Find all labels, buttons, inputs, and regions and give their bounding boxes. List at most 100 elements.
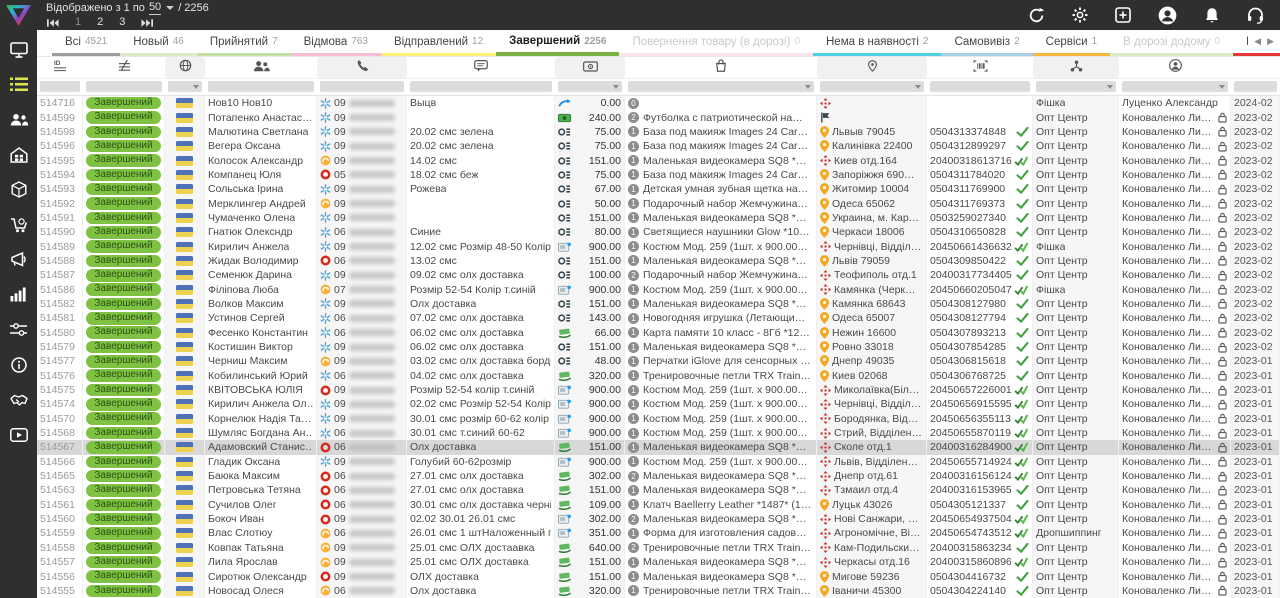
tab-самовивіз[interactable]: Самовивіз2: [941, 30, 1032, 56]
tab-в-дорозі-додому[interactable]: В дорозі додому0: [1110, 30, 1233, 56]
table-row[interactable]: 514567ЗавершенийАдамовский Станис…06Олх …: [37, 440, 1280, 454]
table-row[interactable]: 514598ЗавершенийМалютина Светлана0920.02…: [37, 125, 1280, 139]
column-header-city[interactable]: [817, 57, 927, 78]
sidebar-item-clients-people[interactable]: [9, 113, 29, 131]
table-row[interactable]: 514563ЗавершенийПетровська Тетяна0627.01…: [37, 483, 1280, 497]
table-row[interactable]: 514592ЗавершенийМерклингер Андрей0950.00…: [37, 196, 1280, 210]
tab-відмова[interactable]: Відмова763: [291, 30, 381, 56]
page-number-3[interactable]: 3: [119, 16, 125, 29]
tab-повернення-товару-в-дорозі-[interactable]: Повернення товару (в дорозі)0: [619, 30, 813, 56]
filter-input-comment[interactable]: [410, 81, 552, 92]
support-headset-icon[interactable]: [1247, 7, 1264, 24]
table-row[interactable]: 514716ЗавершенийНов10 Нов1009Выцв0.000Фі…: [37, 96, 1280, 110]
table-row[interactable]: 514570ЗавершенийКорнелюк Надія Та…0930.0…: [37, 412, 1280, 426]
sidebar-item-partners-handshake[interactable]: [9, 393, 29, 411]
filter-input-manager[interactable]: [1122, 81, 1228, 92]
column-header-tracking[interactable]: [927, 57, 1033, 78]
table-row[interactable]: 514582ЗавершенийВолков Максим09Олх доста…: [37, 297, 1280, 311]
column-header-amount[interactable]: [555, 57, 625, 78]
filter-input-products[interactable]: [628, 81, 814, 92]
tabs-scroll-right-icon[interactable]: ▶: [1267, 36, 1274, 47]
city: Одеса 65062: [817, 196, 927, 210]
filter-input-amount[interactable]: [558, 81, 622, 92]
filter-input-city[interactable]: [820, 81, 924, 92]
column-header-phone[interactable]: [317, 57, 407, 78]
filter-input-source[interactable]: [1036, 81, 1116, 92]
add-order-icon[interactable]: [1115, 7, 1131, 23]
table-row[interactable]: 514589ЗавершенийКирилич Анжела0912.02 см…: [37, 239, 1280, 253]
tabs-scroll-left-icon[interactable]: ◀: [1254, 36, 1261, 47]
tab-завершений[interactable]: Завершений2256: [496, 30, 619, 56]
table-row[interactable]: 514576ЗавершенийКобилинський Юрий0604.02…: [37, 369, 1280, 383]
table-row[interactable]: 514586ЗавершенийФіліпова Люба07Розмір 52…: [37, 282, 1280, 296]
settings-gear-icon[interactable]: [1072, 7, 1088, 23]
filter-input-country[interactable]: [168, 81, 202, 92]
refresh-icon[interactable]: [1028, 7, 1045, 24]
app-logo-icon[interactable]: [5, 3, 32, 33]
table-row[interactable]: 514596ЗавершенийВегера Оксана0920.02 смс…: [37, 139, 1280, 153]
tab-сервіси[interactable]: Сервіси1: [1033, 30, 1111, 56]
sidebar-item-video-tutorials[interactable]: [9, 428, 29, 446]
notifications-bell-icon[interactable]: [1204, 7, 1220, 24]
sidebar-item-cart[interactable]: [9, 218, 29, 236]
table-row[interactable]: 514593ЗавершенийСольська Ірина09Рожева67…: [37, 182, 1280, 196]
table-row[interactable]: 514588ЗавершенийЖидак Володимир0613.02 с…: [37, 254, 1280, 268]
table-row[interactable]: 514579ЗавершенийКостишин Виктор0906.02 с…: [37, 340, 1280, 354]
table-row[interactable]: 514566ЗавершенийГладик Оксана09Голубий 6…: [37, 455, 1280, 469]
sidebar-item-products-box[interactable]: [9, 183, 29, 201]
filter-input-customer[interactable]: [208, 81, 314, 92]
column-header-country[interactable]: [165, 57, 205, 78]
last-page-icon[interactable]: [141, 18, 154, 28]
filter-input-date[interactable]: [1234, 81, 1277, 92]
tab-нема-в-наявності[interactable]: Нема в наявності2: [813, 30, 941, 56]
sidebar-item-info[interactable]: [9, 358, 29, 376]
column-header-manager[interactable]: [1119, 57, 1231, 78]
sidebar-item-campaigns-megaphone[interactable]: [9, 253, 29, 271]
table-row[interactable]: 514574ЗавершенийКирилич Анжела Ол…0902.0…: [37, 397, 1280, 411]
tab-новый[interactable]: Новый46: [120, 30, 197, 56]
table-row[interactable]: 514575ЗавершенийКВІТОВСЬКА ЮЛІЯ09Розмір …: [37, 383, 1280, 397]
table-row[interactable]: 514591ЗавершенийЧумаченко Олена09151.001…: [37, 211, 1280, 225]
table-row[interactable]: 514587ЗавершенийСеменюк Дарина0909.02 см…: [37, 268, 1280, 282]
table-row[interactable]: 514580ЗавершенийФесенко Константин0606.0…: [37, 326, 1280, 340]
table-row[interactable]: 514590ЗавершенийГнатюк Олексндр06Синие80…: [37, 225, 1280, 239]
column-header-date[interactable]: [1231, 57, 1280, 78]
table-row[interactable]: 514577ЗавершенийЧерниш Максим0903.02 смс…: [37, 354, 1280, 368]
table-row[interactable]: 514558ЗавершенийКовпак Татьяна0925.01 см…: [37, 541, 1280, 555]
tab-відправлений[interactable]: Відправлений12: [381, 30, 496, 56]
sidebar-item-statistics-chart[interactable]: [9, 288, 29, 306]
table-row[interactable]: 514594ЗавершенийКомпанец Юля0518.02 смс …: [37, 168, 1280, 182]
table-row[interactable]: 514565ЗавершенийБаюка Максим0627.01 смс …: [37, 469, 1280, 483]
table-row[interactable]: 514557ЗавершенийЛила Ярослав0925.01 смс …: [37, 555, 1280, 569]
column-header-customer[interactable]: [205, 57, 317, 78]
table-row[interactable]: 514595ЗавершенийКолосок Александр0914.02…: [37, 153, 1280, 167]
per-page-select[interactable]: 50: [149, 1, 161, 15]
column-header-products[interactable]: [625, 57, 817, 78]
page-number-2[interactable]: 2: [97, 16, 103, 29]
sidebar-item-orders-list[interactable]: [9, 78, 29, 96]
table-row[interactable]: 514555ЗавершенийНовосад Олеся06Олх доста…: [37, 584, 1280, 598]
table-row[interactable]: 514561ЗавершенийСучилов Олег0630.01 смс …: [37, 498, 1280, 512]
filter-input-tracking[interactable]: [930, 81, 1030, 92]
table-row[interactable]: 514559ЗавершенийВлас Слотюу0626.01 смс 1…: [37, 526, 1280, 540]
tab-всі[interactable]: Всі4521: [52, 30, 120, 56]
table-row[interactable]: 514599ЗавершенийПотапенко Анастас…09240.…: [37, 110, 1280, 124]
page-number-1[interactable]: 1: [75, 16, 81, 29]
column-header-source[interactable]: [1033, 57, 1119, 78]
table-row[interactable]: 514568ЗавершенийШумляс Богдана Ан…0630.0…: [37, 426, 1280, 440]
table-row[interactable]: 514556ЗавершенийСиротюк Олександр09ОЛХ д…: [37, 569, 1280, 583]
column-header-id[interactable]: ID: [37, 57, 83, 78]
first-page-icon[interactable]: [46, 18, 59, 28]
sidebar-item-dashboard-monitor[interactable]: [9, 43, 29, 61]
table-row[interactable]: 514581ЗавершенийУстинов Сергей0607.02 см…: [37, 311, 1280, 325]
table-row[interactable]: 514560ЗавершенийБокоч Иван0902.02 30.01 …: [37, 512, 1280, 526]
filter-input-id[interactable]: [40, 81, 80, 92]
column-header-comment[interactable]: [407, 57, 555, 78]
column-header-status[interactable]: [83, 57, 165, 78]
sidebar-item-settings-sliders[interactable]: [9, 323, 29, 341]
profile-avatar-icon[interactable]: [1158, 6, 1177, 25]
sidebar-item-warehouse[interactable]: [9, 148, 29, 166]
filter-input-phone[interactable]: [320, 81, 404, 92]
filter-input-status[interactable]: [86, 81, 162, 92]
tab-прийнятий[interactable]: Прийнятий7: [197, 30, 291, 56]
